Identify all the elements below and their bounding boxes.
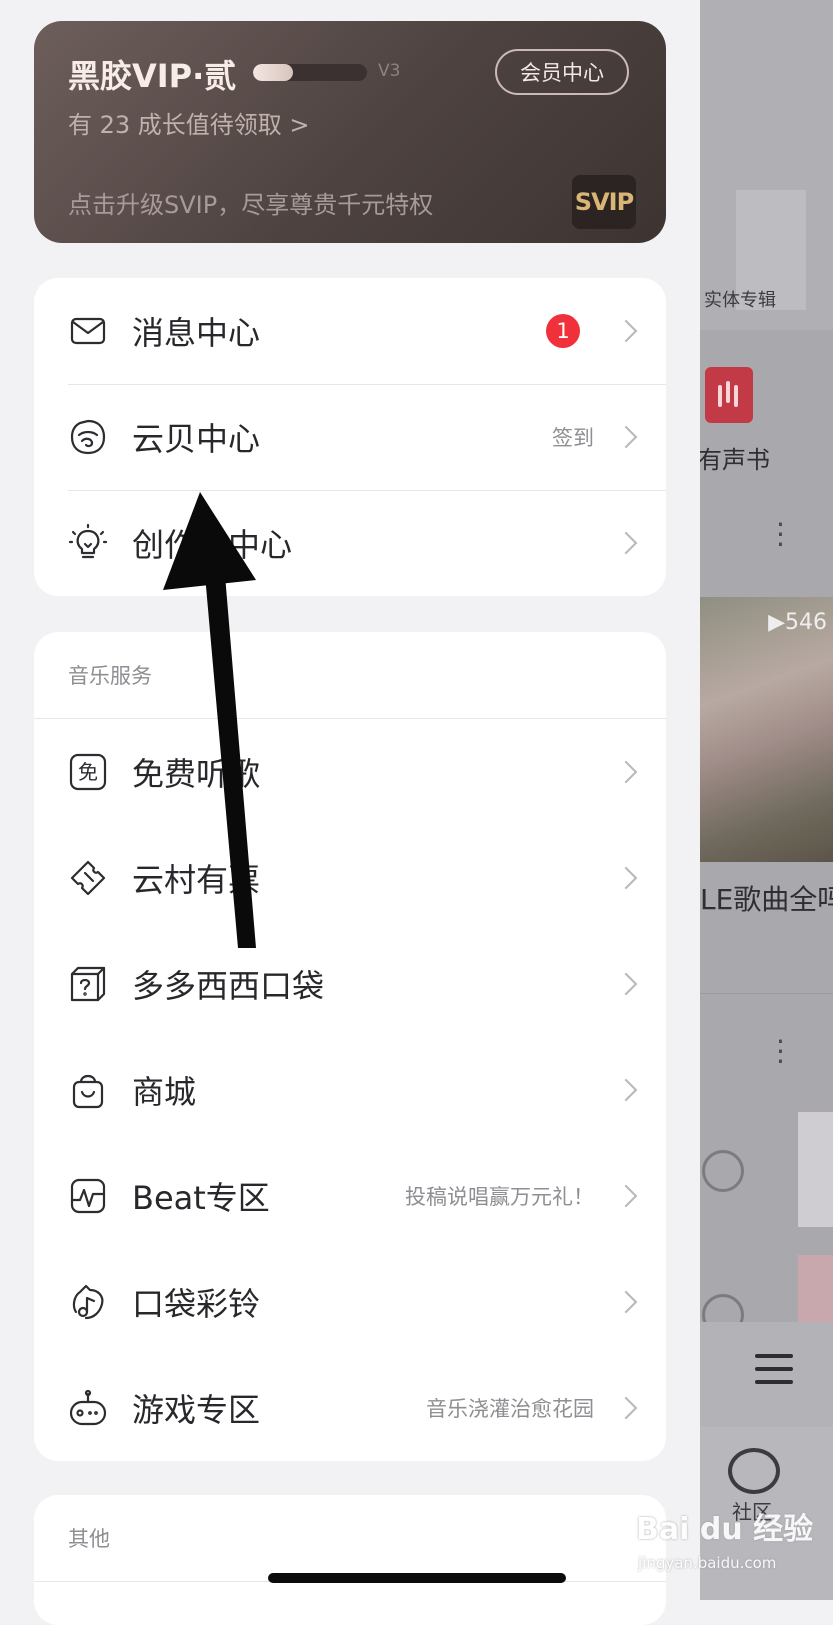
album-label: 实体专辑 <box>704 290 776 311</box>
vip-level-progress-fill <box>253 64 293 81</box>
section-heading-label: 其他 <box>68 1527 110 1551</box>
vip-title: 黑胶VIP·贰 <box>68 57 237 95</box>
play-icon <box>702 1150 744 1192</box>
chevron-right-icon <box>614 319 638 343</box>
growth-value-link[interactable]: 有 23 成长值待领取 > <box>68 105 310 140</box>
chevron-right-icon <box>614 1184 638 1208</box>
menu-item-message-center[interactable]: 消息中心 1 <box>34 278 666 384</box>
playlist-icon <box>755 1354 793 1386</box>
background-page: 实体专辑 有声书 · · · ▶546 LE歌曲全吗 · · · 社区 <box>700 0 833 1600</box>
menu-item-promo: 音乐浇灌治愈花园 <box>426 1397 594 1421</box>
vip-card[interactable]: 黑胶VIP·贰 V3 会员中心 有 23 成长值待领取 > 点击升级SVIP，尽… <box>34 21 666 243</box>
side-drawer: 黑胶VIP·贰 V3 会员中心 有 23 成长值待领取 > 点击升级SVIP，尽… <box>0 0 700 1625</box>
watermark-sub: jingyan.baidu.com <box>638 1554 777 1572</box>
cloud-shell-icon <box>68 417 108 457</box>
shopping-bag-icon <box>68 1070 108 1110</box>
chevron-right-icon <box>614 972 638 996</box>
account-menu: 消息中心 1 云贝中心 签到 创作者中心 <box>34 278 666 596</box>
notification-badge: 1 <box>546 314 580 348</box>
menu-item-cloud-shell-center[interactable]: 云贝中心 签到 <box>34 384 666 490</box>
menu-item-beat-zone[interactable]: Beat专区 投稿说唱赢万元礼！ <box>34 1143 666 1249</box>
divider <box>700 993 833 994</box>
menu-item-label: 游戏专区 <box>132 1391 261 1429</box>
vip-level: V3 <box>378 61 401 81</box>
menu-item-promo: 投稿说唱赢万元礼！ <box>405 1185 594 1209</box>
audiobook-label: 有声书 <box>700 446 770 474</box>
menu-item-mystery-box[interactable]: 多多西西口袋 <box>34 931 666 1037</box>
mail-icon <box>68 311 108 351</box>
other-menu: 其他 <box>34 1495 666 1625</box>
chevron-right-icon <box>614 866 638 890</box>
song-thumbnail <box>798 1255 833 1325</box>
more-icon: · · · <box>776 1025 785 1078</box>
section-heading: 音乐服务 <box>34 632 666 719</box>
menu-item-label: 商城 <box>132 1073 197 1111</box>
ringtone-icon <box>68 1282 108 1322</box>
svg-text:免: 免 <box>78 760 98 784</box>
menu-item-label: 口袋彩铃 <box>132 1285 261 1323</box>
community-icon <box>728 1448 780 1494</box>
svip-upgrade-link[interactable]: 点击升级SVIP，尽享尊贵千元特权 <box>68 185 433 220</box>
ticket-icon <box>68 858 108 898</box>
svip-logo: SVIP <box>572 175 636 229</box>
vip-level-progress <box>253 64 367 81</box>
song-thumbnail <box>798 1112 833 1227</box>
menu-item-label: 多多西西口袋 <box>132 967 325 1005</box>
menu-item-label: 消息中心 <box>132 314 261 352</box>
mystery-box-icon <box>68 964 108 1004</box>
menu-item-mall[interactable]: 商城 <box>34 1037 666 1143</box>
home-indicator[interactable] <box>268 1573 566 1583</box>
menu-item-ringtone[interactable]: 口袋彩铃 <box>34 1249 666 1355</box>
playlist-title: LE歌曲全吗 <box>700 883 833 916</box>
music-services-menu: 音乐服务 免 免费听歌 云村有票 多多西西口袋 商城 Beat专区 投稿说唱赢万… <box>34 632 666 1461</box>
chevron-right-icon <box>614 760 638 784</box>
menu-item-creator-center[interactable]: 创作者中心 <box>34 490 666 596</box>
chevron-right-icon <box>614 531 638 555</box>
svip-logo-text: SVIP <box>574 188 634 216</box>
play-count: ▶546 <box>768 610 827 635</box>
menu-item-label: 免费听歌 <box>132 755 261 793</box>
menu-item-game-zone[interactable]: 游戏专区 音乐浇灌治愈花园 <box>34 1355 666 1461</box>
chevron-right-icon <box>614 1396 638 1420</box>
check-in-label[interactable]: 签到 <box>552 422 594 452</box>
beat-wave-icon <box>68 1176 108 1216</box>
menu-item-label: 云贝中心 <box>132 420 261 458</box>
section-heading: 其他 <box>34 1495 666 1582</box>
lightbulb-icon <box>68 523 108 563</box>
menu-item-label: 创作者中心 <box>132 526 293 564</box>
chevron-right-icon <box>614 1078 638 1102</box>
playlist-cover-image <box>700 597 833 862</box>
baidu-watermark: Bai du 经验 jingyan.baidu.com <box>636 1504 826 1584</box>
menu-item-label: 云村有票 <box>132 861 261 899</box>
watermark-main: Bai du 经验 <box>636 1512 814 1547</box>
menu-item-ticket[interactable]: 云村有票 <box>34 825 666 931</box>
chevron-right-icon <box>614 425 638 449</box>
member-center-button[interactable]: 会员中心 <box>495 49 629 95</box>
menu-item-free-listen[interactable]: 免 免费听歌 <box>34 719 666 825</box>
menu-item-label: Beat专区 <box>132 1179 270 1217</box>
free-listen-icon: 免 <box>68 752 108 792</box>
chevron-right-icon <box>614 1290 638 1314</box>
game-controller-icon <box>68 1388 108 1428</box>
more-icon: · · · <box>776 508 785 561</box>
audiobook-icon <box>705 367 753 423</box>
section-heading-label: 音乐服务 <box>68 664 152 688</box>
